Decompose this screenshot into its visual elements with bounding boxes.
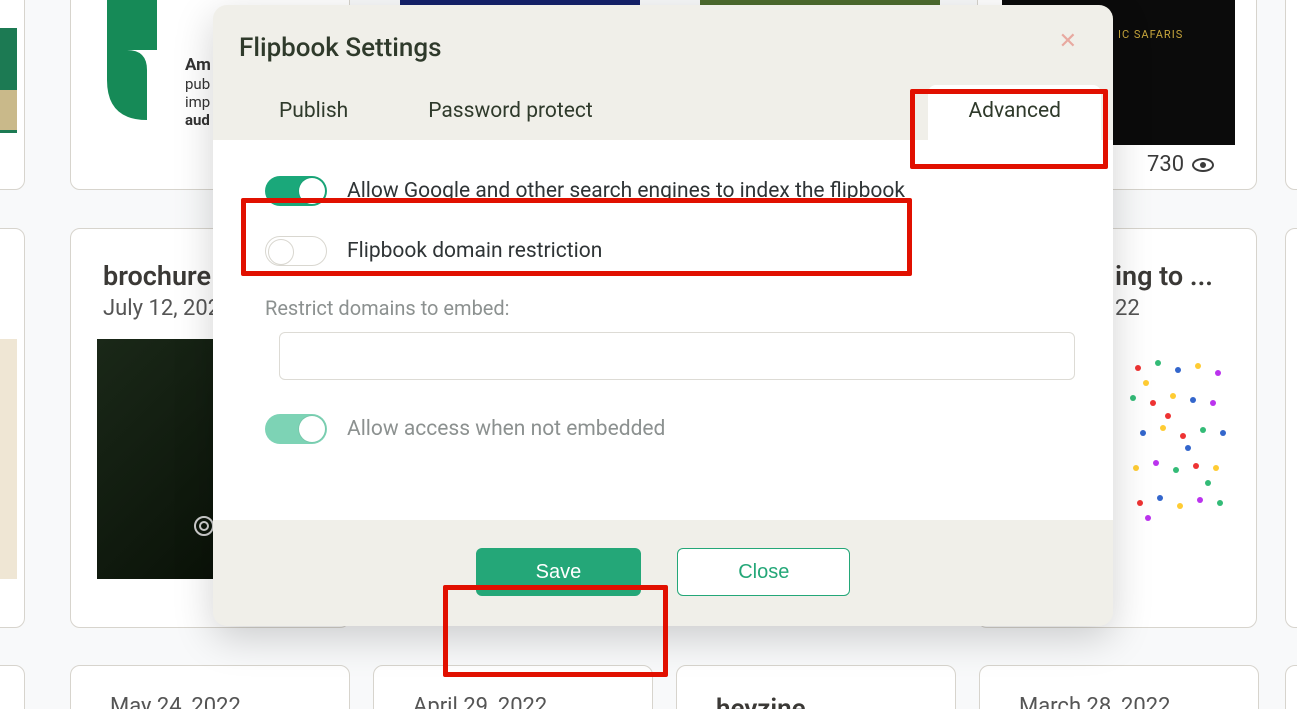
bg-card-date: 22 [1115,296,1140,321]
allow-index-label: Allow Google and other search engines to… [347,179,905,203]
restrict-domains-input[interactable] [279,332,1075,380]
bg-card-title: heyzine [716,694,806,709]
bg-card [0,665,25,709]
bg-card [1285,228,1297,628]
allow-index-toggle[interactable] [265,176,327,206]
bg-card-date: April 29, 2022 [413,694,547,709]
advanced-panel: Allow Google and other search engines to… [213,140,1113,520]
tab-advanced[interactable]: Advanced [928,85,1101,140]
modal-header: Flipbook Settings ✕ [213,5,1113,63]
tab-publish[interactable]: Publish [239,85,388,140]
bg-card [1285,0,1297,190]
bg-card-title: brochure [103,260,211,292]
bg-snippet: pub [185,75,210,93]
domain-restriction-label: Flipbook domain restriction [347,239,602,263]
bg-card-date: July 12, 202 [103,296,220,321]
bg-colorful-text-icon [1118,348,1238,568]
bg-thumb [0,90,17,130]
bg-card-date: March 28, 2022 [1019,694,1171,709]
flipbook-settings-modal: Flipbook Settings ✕ Publish Password pro… [213,5,1113,626]
bg-logo-icon [97,0,177,130]
bg-card-date: May 24, 2022 [110,694,241,709]
close-icon[interactable]: ✕ [1053,29,1083,55]
restrict-domains-label: Restrict domains to embed: [265,296,1061,320]
view-count: 730 [1147,152,1214,177]
bg-thumb [0,339,17,579]
tab-password-protect[interactable]: Password protect [388,85,633,140]
allow-index-row: Allow Google and other search engines to… [265,176,1061,206]
view-count-number: 730 [1147,152,1184,177]
allow-not-embedded-label: Allow access when not embedded [347,417,665,441]
save-button[interactable]: Save [476,548,642,596]
bg-card-title: ing to ... [1115,260,1213,292]
bg-thumb [97,339,215,579]
allow-not-embedded-row: Allow access when not embedded [265,414,1061,444]
modal-tabs: Publish Password protect Advanced [213,63,1113,140]
domain-restriction-toggle[interactable] [265,236,327,266]
bg-snippet: imp [185,93,210,111]
modal-footer: Save Close [213,520,1113,626]
bg-card [1285,665,1297,709]
bg-snippet: aud [185,111,210,129]
modal-title: Flipbook Settings [239,33,442,63]
eye-icon [1192,158,1214,172]
close-button[interactable]: Close [677,548,850,596]
bg-snippet: Am [185,55,211,75]
domain-restriction-row: Flipbook domain restriction [265,236,1061,266]
allow-not-embedded-toggle[interactable] [265,414,327,444]
bg-thumb-caption: IC SAFARIS [1118,28,1183,41]
